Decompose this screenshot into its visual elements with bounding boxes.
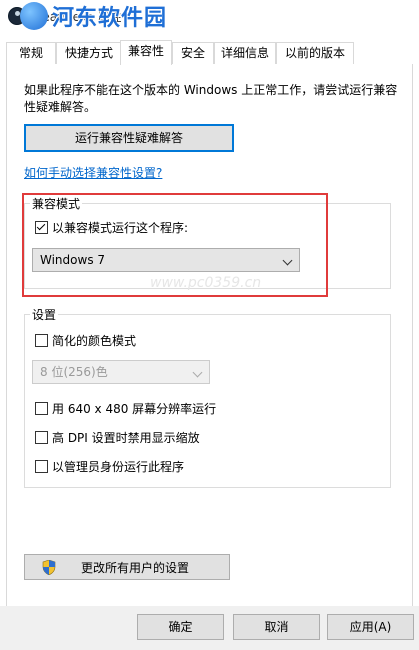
reduced-color-label[interactable]: 简化的颜色模式 [52, 332, 136, 349]
apply-button[interactable]: 应用(A) [327, 614, 414, 640]
chevron-down-icon [192, 367, 203, 378]
run-troubleshooter-button[interactable]: 运行兼容性疑难解答 [24, 124, 234, 152]
tab-bar: 常规 快捷方式 兼容性 安全 详细信息 以前的版本 [6, 40, 411, 65]
tab-security[interactable]: 安全 [172, 42, 214, 64]
watermark-url: www.pc0359.cn [150, 275, 262, 291]
admin-label[interactable]: 以管理员身份运行此程序 [52, 458, 184, 475]
tab-compatibility[interactable]: 兼容性 [120, 40, 172, 65]
reduced-color-checkbox[interactable] [35, 334, 48, 347]
watermark-text: 河东软件园 [52, 6, 168, 31]
uac-shield-icon [42, 560, 56, 575]
intro-text: 如果此程序不能在这个版本的 Windows 上正常工作，请尝试运行兼容性疑难解答… [24, 83, 398, 114]
settings-title: 设置 [30, 306, 59, 323]
res-640-checkbox[interactable] [35, 402, 48, 415]
change-all-users-label: 更改所有用户的设置 [80, 561, 189, 575]
tab-general[interactable]: 常规 [6, 42, 56, 64]
color-depth-value: 8 位(256)色 [40, 365, 108, 379]
res-640-label[interactable]: 用 640 x 480 屏幕分辨率运行 [52, 400, 216, 417]
watermark-logo: 河东软件园 [20, 0, 220, 44]
admin-checkbox[interactable] [35, 460, 48, 473]
tab-details[interactable]: 详细信息 [214, 42, 276, 64]
manual-settings-link[interactable]: 如何手动选择兼容性设置? [24, 164, 162, 181]
tab-previous-versions[interactable]: 以前的版本 [276, 42, 354, 64]
watermark-logo-icon [20, 2, 48, 30]
dpi-label[interactable]: 高 DPI 设置时禁用显示缩放 [52, 429, 200, 446]
cancel-button[interactable]: 取消 [233, 614, 320, 640]
color-depth-select[interactable]: 8 位(256)色 [32, 360, 210, 384]
tab-shortcut[interactable]: 快捷方式 [56, 42, 122, 64]
ok-button[interactable]: 确定 [137, 614, 224, 640]
dpi-checkbox[interactable] [35, 431, 48, 444]
